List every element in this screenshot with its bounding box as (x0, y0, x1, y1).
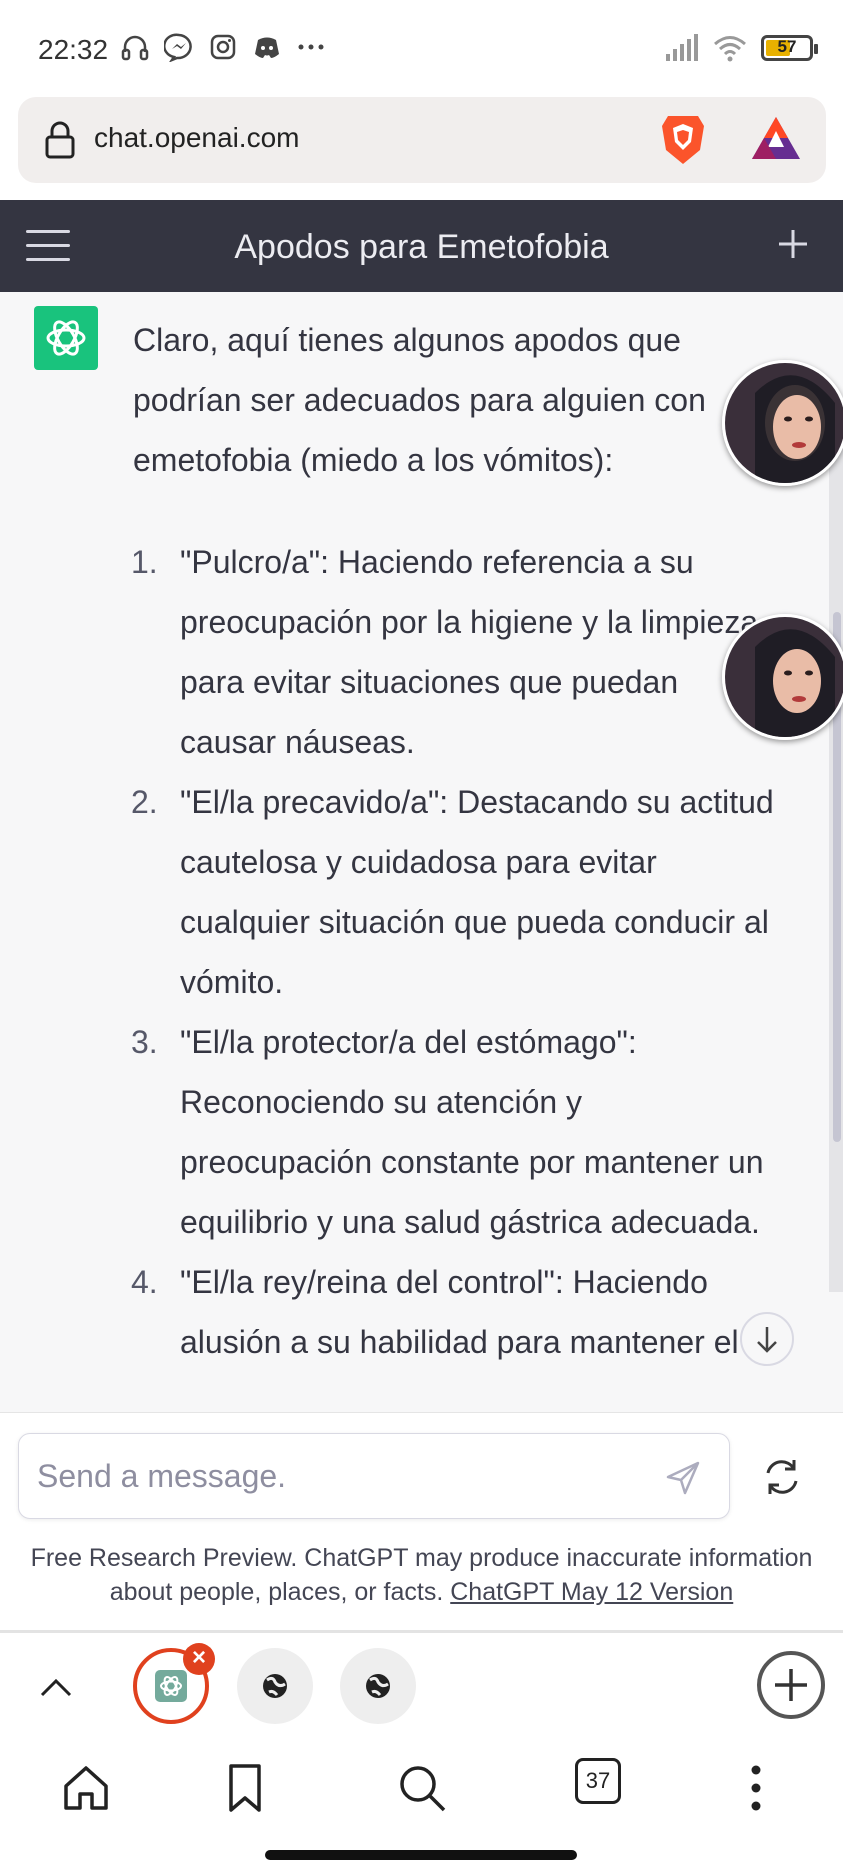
list-number: 3. (131, 1024, 158, 1060)
person-photo-icon (725, 617, 843, 737)
list-item-text: "El/la precavido/a": Destacando su actit… (180, 784, 774, 1000)
composer: Free Research Preview. ChatGPT may produ… (0, 1412, 843, 1630)
new-chat-icon[interactable] (775, 226, 811, 262)
list-number: 2. (131, 784, 158, 820)
close-tab-button[interactable]: × (183, 1643, 215, 1675)
bottom-nav: 37 (0, 1738, 843, 1838)
globe-icon (263, 1674, 287, 1698)
message-input-box[interactable] (18, 1433, 730, 1519)
list-item-text: "El/la rey/reina del control": Haciendo … (180, 1264, 739, 1360)
version-link[interactable]: ChatGPT May 12 Version (450, 1578, 733, 1606)
tab-web[interactable] (340, 1648, 416, 1724)
list-item: 3. "El/la protector/a del estómago": Reco… (131, 1012, 783, 1252)
chevron-up-icon[interactable] (38, 1673, 74, 1701)
status-time: 22:32 (38, 34, 109, 65)
url-text[interactable]: chat.openai.com (94, 122, 299, 154)
bookmark-icon[interactable] (217, 1760, 273, 1816)
list-item: 1. "Pulcro/a": Haciendo referencia a su p… (131, 532, 783, 772)
globe-icon (366, 1674, 390, 1698)
chat-head-avatar[interactable] (722, 614, 843, 740)
instagram-icon (210, 34, 236, 60)
status-bar: 22:32 57 (0, 0, 843, 96)
battery-percentage: 57 (777, 37, 797, 56)
message-intro: Claro, aquí tienes algunos apodos que po… (133, 322, 706, 478)
new-tab-button[interactable] (757, 1651, 825, 1719)
system-icons: 57 (665, 34, 818, 62)
list-item: 4. "El/la rey/reina del control": Haciend… (131, 1252, 783, 1372)
tab-count-button[interactable]: 37 (575, 1758, 621, 1804)
tab-strip: × (0, 1630, 843, 1738)
chat-head-avatar[interactable] (722, 360, 843, 486)
battery-tip (814, 44, 818, 54)
chatgpt-avatar (34, 306, 98, 370)
bat-rewards-icon[interactable] (750, 115, 802, 163)
list-number: 1. (131, 544, 158, 580)
list-item-text: "Pulcro/a": Haciendo referencia a su pre… (180, 544, 759, 760)
discord-icon (255, 37, 279, 58)
brave-shields-icon[interactable] (658, 112, 708, 168)
scroll-to-bottom-button[interactable] (740, 1312, 794, 1366)
page-title: Apodos para Emetofobia (234, 228, 609, 266)
disclaimer: Free Research Preview. ChatGPT may produ… (20, 1541, 823, 1609)
list-item-text: "El/la protector/a del estómago": Recono… (180, 1024, 764, 1240)
nickname-list: 1. "Pulcro/a": Haciendo referencia a su p… (131, 532, 823, 1372)
home-icon[interactable] (58, 1760, 114, 1816)
chat-header: Apodos para Emetofobia (0, 200, 843, 292)
plus-icon (775, 1669, 807, 1701)
notification-icons (120, 32, 326, 62)
chat-area[interactable]: Claro, aquí tienes algunos apodos que po… (0, 292, 843, 1412)
openai-logo-icon (46, 320, 86, 356)
wifi-icon (714, 36, 746, 62)
signal-icon (666, 34, 698, 61)
person-photo-icon (725, 363, 843, 483)
lock-icon[interactable] (42, 119, 78, 161)
address-bar[interactable]: chat.openai.com (18, 97, 826, 183)
message-input[interactable] (37, 1458, 637, 1495)
list-number: 4. (131, 1264, 158, 1300)
battery-icon: 57 (761, 35, 818, 61)
more-vertical-icon[interactable] (728, 1760, 784, 1816)
search-icon[interactable] (394, 1760, 450, 1816)
assistant-message: Claro, aquí tienes algunos apodos que po… (131, 310, 823, 1372)
send-icon[interactable] (665, 1460, 701, 1496)
messenger-icon (164, 33, 192, 62)
home-indicator[interactable] (265, 1850, 577, 1860)
tab-web[interactable] (237, 1648, 313, 1724)
arrow-down-icon (757, 1327, 777, 1353)
scrollbar[interactable] (829, 432, 843, 1292)
regenerate-icon[interactable] (760, 1455, 804, 1499)
more-icon (298, 44, 324, 50)
headphones-icon (121, 35, 149, 61)
list-item: 2. "El/la precavido/a": Destacando su act… (131, 772, 783, 1012)
